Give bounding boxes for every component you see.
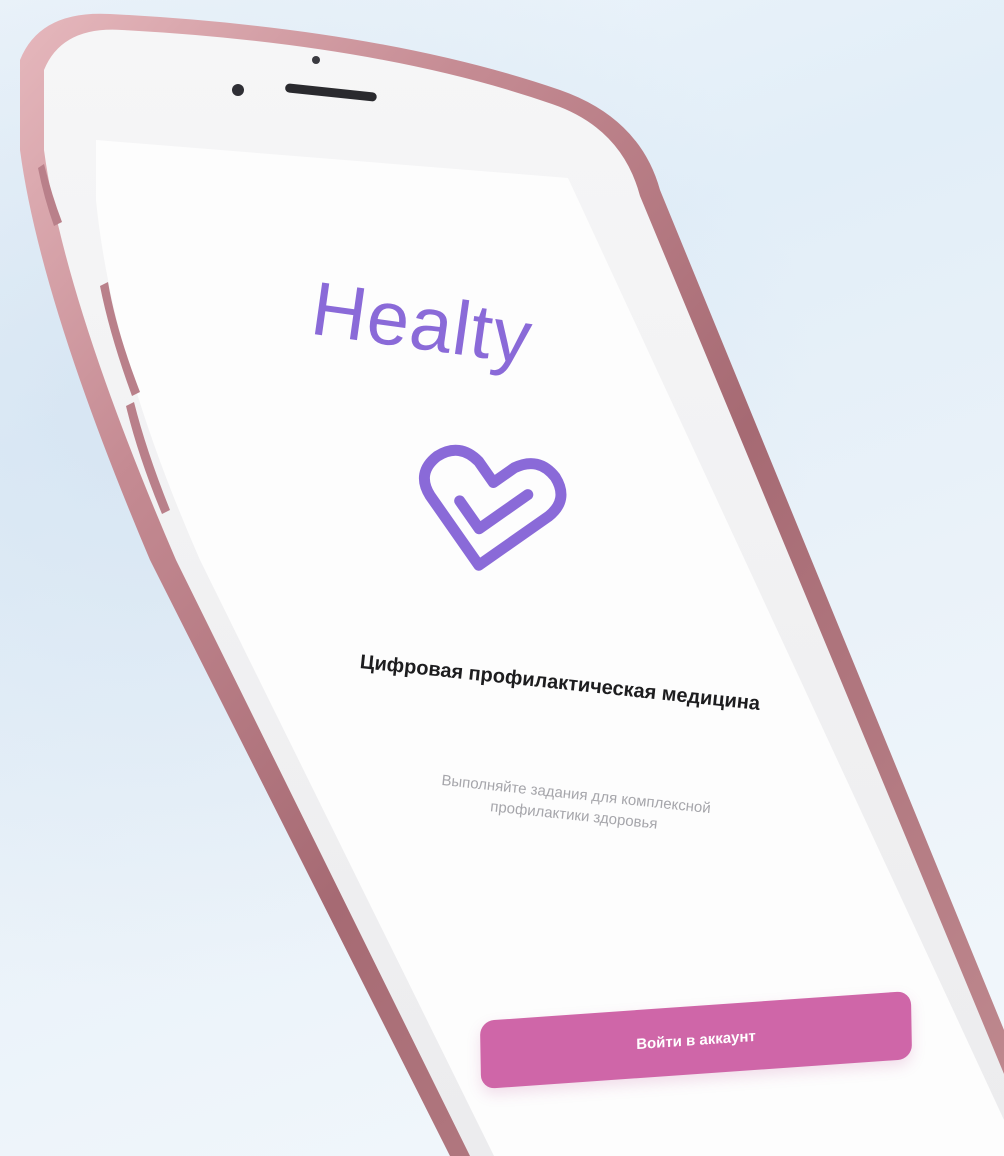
- headline: Цифровая профилактическая медицина: [358, 651, 762, 715]
- description-text: Выполняйте задания для комплексной профи…: [440, 771, 712, 833]
- login-button-label: Войти в аккаунт: [636, 1027, 756, 1053]
- app-screen: Healty Цифровая профилактическая медицин…: [0, 0, 1004, 1156]
- heart-check-icon: [418, 444, 567, 571]
- brand-title: Healty: [306, 266, 538, 381]
- login-button[interactable]: Войти в аккаунт: [479, 990, 913, 1090]
